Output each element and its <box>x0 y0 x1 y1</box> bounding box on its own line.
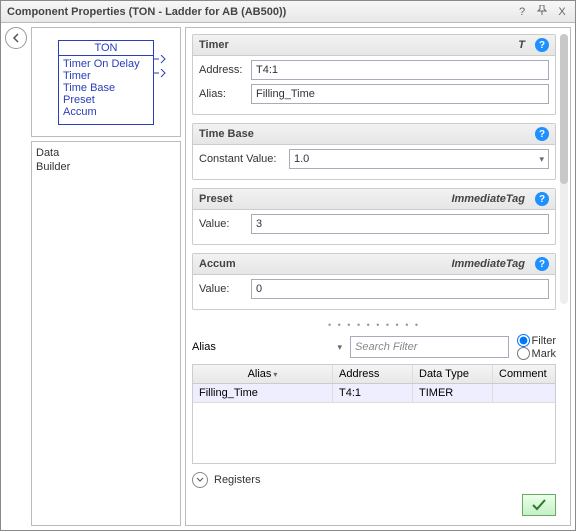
cell-datatype: TIMER <box>413 384 493 402</box>
col-address[interactable]: Address <box>333 365 413 383</box>
cell-address: T4:1 <box>333 384 413 402</box>
grid-body-empty <box>193 403 555 463</box>
section-title: Timer <box>199 39 229 51</box>
chevron-down-icon <box>196 476 204 484</box>
radio-mark[interactable]: Mark <box>517 347 556 360</box>
ton-line: Preset <box>63 94 149 106</box>
section-timebase: Time Base ? Constant Value: 1.0 ▾ <box>192 123 556 180</box>
back-button[interactable] <box>5 27 27 49</box>
section-timer: Timer T ? Address: Alias: <box>192 34 556 115</box>
cell-alias: Filling_Time <box>193 384 333 402</box>
nav-tree[interactable]: Data Builder <box>31 141 181 526</box>
value-label: Value: <box>199 218 251 230</box>
preset-value-input[interactable] <box>251 214 549 234</box>
tree-item-builder[interactable]: Builder <box>36 160 176 174</box>
filter-mode-value: Alias <box>192 341 216 353</box>
search-input[interactable]: Search Filter <box>350 336 509 358</box>
col-comment[interactable]: Comment <box>493 365 555 383</box>
check-icon <box>531 499 547 511</box>
splitter-dots[interactable]: • • • • • • • • • • <box>192 320 556 330</box>
value-label: Value: <box>199 283 251 295</box>
filter-bar: Alias ▾ Search Filter Filter Mark <box>192 334 556 360</box>
section-title: Time Base <box>199 128 254 140</box>
ton-line: Accum <box>63 106 149 118</box>
pin-button[interactable] <box>535 5 549 18</box>
registers-row[interactable]: Registers <box>192 472 556 488</box>
ton-block-title: TON <box>59 41 153 56</box>
section-tag: ImmediateTag <box>451 193 525 205</box>
output-pin-dn <box>153 69 167 78</box>
chevron-left-icon <box>11 33 21 43</box>
constant-select[interactable]: 1.0 ▾ <box>289 149 549 169</box>
chevron-down-icon: ▾ <box>337 342 342 353</box>
section-accum: Accum ImmediateTag ? Value: <box>192 253 556 310</box>
help-icon[interactable]: ? <box>535 192 549 206</box>
component-preview: TON Timer On Delay Timer Time Base Prese… <box>31 27 181 137</box>
ton-line: Timer On Delay <box>63 58 149 70</box>
help-button[interactable]: ? <box>515 6 529 18</box>
expand-icon[interactable] <box>192 472 208 488</box>
output-pin-en <box>153 55 167 64</box>
radio-mark-input[interactable] <box>517 347 530 360</box>
alias-grid: Alias▾ Address Data Type Comment Filling… <box>192 364 556 464</box>
chevron-down-icon: ▾ <box>539 154 544 165</box>
section-tag: ImmediateTag <box>451 258 525 270</box>
alias-label: Alias: <box>199 88 251 100</box>
component-properties-window: Component Properties (TON - Ladder for A… <box>0 0 576 531</box>
radio-filter[interactable]: Filter <box>517 334 556 347</box>
address-label: Address: <box>199 64 251 76</box>
apply-button[interactable] <box>522 494 556 516</box>
titlebar: Component Properties (TON - Ladder for A… <box>1 1 575 23</box>
col-alias[interactable]: Alias▾ <box>193 365 333 383</box>
scrollbar-track[interactable] <box>560 34 568 304</box>
cell-comment <box>493 384 555 402</box>
help-icon[interactable]: ? <box>535 38 549 52</box>
ton-line: Timer <box>63 70 149 82</box>
section-title: Preset <box>199 193 233 205</box>
constant-value: 1.0 <box>294 153 309 165</box>
tree-item-data[interactable]: Data <box>36 146 176 160</box>
help-icon[interactable]: ? <box>535 127 549 141</box>
accum-value-input[interactable] <box>251 279 549 299</box>
window-title: Component Properties (TON - Ladder for A… <box>7 6 286 18</box>
section-title: Accum <box>199 258 236 270</box>
close-button[interactable]: X <box>555 6 569 18</box>
address-input[interactable] <box>251 60 549 80</box>
registers-label: Registers <box>214 474 260 486</box>
table-row[interactable]: Filling_Time T4:1 TIMER <box>193 384 555 403</box>
ton-block: TON Timer On Delay Timer Time Base Prese… <box>58 40 154 125</box>
search-placeholder: Search Filter <box>355 341 417 353</box>
section-preset: Preset ImmediateTag ? Value: <box>192 188 556 245</box>
constant-label: Constant Value: <box>199 153 289 165</box>
help-icon[interactable]: ? <box>535 257 549 271</box>
radio-filter-input[interactable] <box>517 334 530 347</box>
grid-header: Alias▾ Address Data Type Comment <box>193 365 555 384</box>
scrollbar-thumb[interactable] <box>560 34 568 184</box>
section-tag: T <box>518 39 525 51</box>
ton-line: Time Base <box>63 82 149 94</box>
col-datatype[interactable]: Data Type <box>413 365 493 383</box>
sort-desc-icon: ▾ <box>273 370 277 379</box>
filter-mode-select[interactable]: Alias ▾ <box>192 341 342 353</box>
pin-icon <box>537 5 547 15</box>
alias-input[interactable] <box>251 84 549 104</box>
properties-panel: Timer T ? Address: Alias: <box>185 27 571 526</box>
